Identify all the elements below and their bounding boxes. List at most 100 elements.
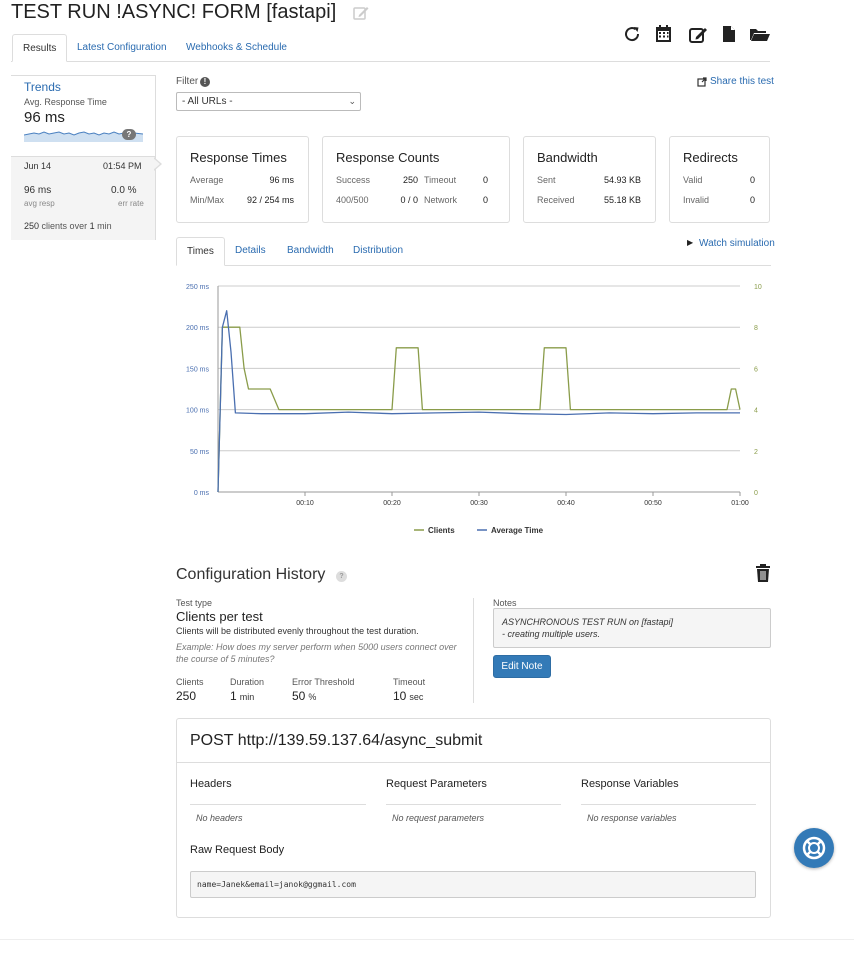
y-right-tick-label: 0: [754, 490, 758, 497]
trends-panel: Trends Avg. Response Time 96 ms ? Jun 14…: [11, 75, 156, 240]
help-button[interactable]: [794, 828, 834, 868]
network-label: Network: [424, 195, 458, 205]
share-test-link[interactable]: Share this test: [710, 76, 774, 87]
edit-icon[interactable]: [687, 23, 709, 45]
request-params-label: Request Parameters: [386, 778, 487, 790]
y-left-tick-label: 50 ms: [190, 449, 210, 456]
test-type-description: Clients will be distributed evenly throu…: [176, 626, 419, 636]
run-date: Jun 14: [24, 161, 52, 171]
response-counts-title: Response Counts: [336, 150, 440, 165]
series-line-clients: [217, 326, 741, 493]
clients-summary: 250 clients over 1 min: [24, 221, 112, 231]
headers-divider: [190, 804, 366, 805]
x-tick-label: 00:30: [470, 500, 488, 507]
trends-summary[interactable]: Trends Avg. Response Time 96 ms ?: [11, 76, 155, 156]
config-divider: [473, 598, 474, 703]
response-times-title: Response Times: [190, 150, 287, 165]
page-title: TEST RUN !ASYNC! FORM [fastapi]: [11, 1, 337, 23]
trends-metric-value: 96 ms: [24, 109, 65, 126]
error-threshold-value: 50: [292, 689, 306, 703]
r400-value: 0 / 0: [400, 195, 418, 205]
watch-simulation-link[interactable]: Watch simulation: [699, 238, 775, 249]
test-type-example: Example: How does my server perform when…: [176, 642, 457, 664]
file-icon[interactable]: [718, 23, 740, 45]
config-history-title: Configuration History: [176, 566, 326, 583]
sent-label: Sent: [537, 175, 556, 185]
test-type-label: Test type: [176, 598, 213, 608]
response-time-chart: 0 ms 50 ms 100 ms 150 ms 200 ms 250 ms 0 2 4 6 8 10…: [186, 284, 762, 535]
footer-divider: [0, 939, 854, 940]
y-right-tick-label: 2: [754, 449, 758, 456]
y-right-tick-label: 6: [754, 366, 758, 373]
x-tick-label: 00:40: [557, 500, 575, 507]
avg-resp-label: avg resp: [24, 199, 55, 208]
tab-latest-configuration[interactable]: Latest Configuration: [67, 34, 177, 62]
request-title: POST http://139.59.137.64/async_submit: [190, 732, 483, 749]
y-left-tick-label: 100 ms: [186, 408, 209, 415]
folder-open-icon[interactable]: [749, 23, 771, 45]
valid-label: Valid: [683, 175, 703, 185]
tab-times[interactable]: Times: [176, 237, 225, 266]
share-icon[interactable]: [697, 77, 707, 87]
timeout-value: 0: [482, 175, 488, 185]
x-tick-label: 00:20: [383, 500, 401, 507]
lifebuoy-icon: [802, 836, 826, 860]
received-label: Received: [537, 195, 575, 205]
trends-help-icon[interactable]: ?: [122, 129, 136, 140]
invalid-label: Invalid: [683, 195, 710, 205]
calendar-icon[interactable]: [653, 23, 675, 45]
edit-title-icon[interactable]: [352, 4, 370, 22]
filter-info-icon[interactable]: !: [200, 77, 210, 87]
config-help-icon[interactable]: ?: [336, 571, 347, 582]
play-icon[interactable]: ▶: [687, 238, 693, 247]
tab-bandwidth[interactable]: Bandwidth: [277, 237, 344, 266]
headers-empty: No headers: [196, 813, 243, 823]
y-left-tick-label: 150 ms: [186, 366, 209, 373]
test-type-value: Clients per test: [176, 609, 263, 624]
tab-details[interactable]: Details: [225, 237, 276, 266]
legend-label: Clients: [428, 526, 455, 535]
refresh-icon[interactable]: [621, 23, 643, 45]
duration-field: 1 min: [230, 689, 254, 703]
timeout-config-label: Timeout: [393, 677, 426, 687]
received-value: 55.18 KB: [603, 195, 641, 205]
tab-results[interactable]: Results: [12, 34, 68, 62]
tab-webhooks-schedule[interactable]: Webhooks & Schedule: [176, 34, 297, 62]
redirects-card: Redirects Valid 0 Invalid 0: [669, 136, 770, 223]
clients-value: 250: [176, 689, 197, 703]
edit-note-button[interactable]: Edit Note: [493, 655, 551, 678]
network-value: 0: [482, 195, 488, 205]
tab-distribution[interactable]: Distribution: [343, 237, 413, 266]
params-empty: No request parameters: [392, 813, 485, 823]
notes-label: Notes: [493, 598, 517, 608]
y-left-tick-label: 200 ms: [186, 325, 209, 332]
raw-body-label: Raw Request Body: [190, 844, 285, 856]
bandwidth-card: Bandwidth Sent 54.93 KB Received 55.18 K…: [523, 136, 656, 223]
x-tick-label: 00:50: [644, 500, 662, 507]
params-divider: [386, 804, 561, 805]
sent-value: 54.93 KB: [603, 175, 641, 185]
trends-pointer-fill: [153, 158, 160, 170]
response-counts-card: Response Counts Success 250 Timeout 0 40…: [322, 136, 510, 223]
trends-title[interactable]: Trends: [24, 80, 61, 94]
err-rate-value: 0.0 %: [111, 185, 137, 196]
y-left-tick-label: 0 ms: [194, 490, 210, 497]
trends-metric-label: Avg. Response Time: [24, 97, 107, 107]
trends-run-details[interactable]: Jun 14 01:54 PM 96 ms avg resp 0.0 % err…: [11, 156, 155, 240]
y-right-tick-label: 8: [754, 325, 758, 332]
url-filter-select[interactable]: - All URLs - ⌄: [176, 92, 361, 111]
filter-label: Filter: [176, 76, 199, 87]
raw-request-body: name=Janek&email=janok@ggmail.com: [190, 871, 756, 898]
response-times-card: Response Times Average 96 ms Min/Max 92 …: [176, 136, 309, 223]
redirects-title: Redirects: [683, 150, 738, 165]
timeout-config-value: 10: [393, 689, 407, 703]
average-label: Average: [190, 175, 224, 185]
error-threshold-unit: %: [308, 692, 317, 702]
y-right-tick-label: 10: [754, 284, 762, 291]
success-value: 250: [402, 175, 418, 185]
err-rate-label: err rate: [118, 199, 144, 208]
trash-icon[interactable]: [754, 563, 772, 583]
timeout-config-field: 10 sec: [393, 689, 423, 703]
response-variables-label: Response Variables: [581, 778, 679, 790]
clients-label: Clients: [176, 677, 204, 687]
